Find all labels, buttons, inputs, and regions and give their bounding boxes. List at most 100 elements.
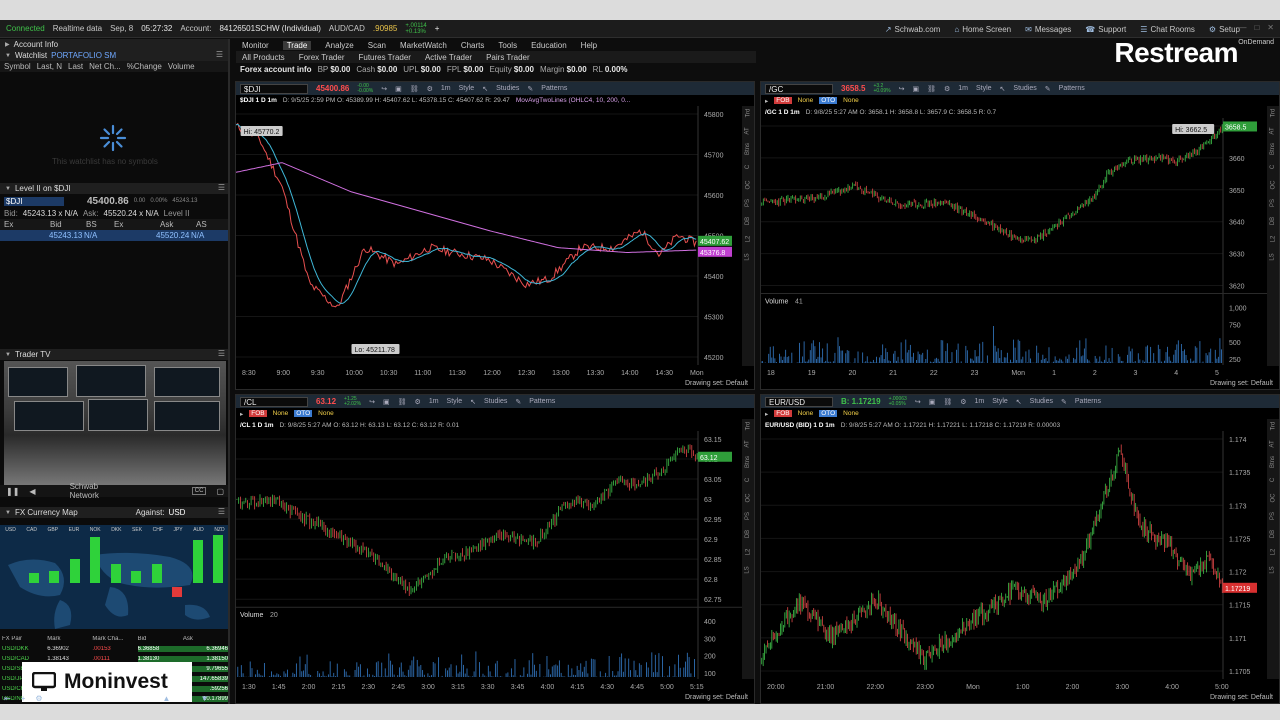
watchlist-column-header[interactable]: Last [68, 62, 83, 71]
side-tab-oc[interactable]: OC [745, 494, 751, 503]
fx-column-header[interactable]: Ask [183, 636, 228, 642]
side-tab-ls[interactable]: LS [745, 566, 751, 573]
symbol-input[interactable]: /GC [765, 83, 833, 94]
tab-education[interactable]: Education [531, 41, 567, 50]
side-tab-ls[interactable]: LS [1270, 253, 1276, 260]
side-tab-btns[interactable]: Btns [1270, 456, 1276, 468]
side-tab-ps[interactable]: PS [1270, 199, 1276, 207]
watchlist-column-header[interactable]: Volume [168, 62, 195, 71]
side-tab-btns[interactable]: Btns [745, 456, 751, 468]
top-link-support[interactable]: ☎ Support [1085, 25, 1126, 34]
interval-selector[interactable]: 1m [441, 85, 451, 92]
menu-icon[interactable]: ☰ [218, 349, 225, 358]
top-link-schwab-com[interactable]: ↗ Schwab.com [885, 25, 941, 34]
interval-selector[interactable]: 1m [974, 398, 984, 405]
save-icon[interactable]: ▣ [929, 398, 936, 406]
side-tab-at[interactable]: AT [745, 127, 751, 134]
share-icon[interactable]: ↪ [899, 85, 905, 93]
chart-gc[interactable]: /GC 3658.5 +3.2 +0.09% ↪ ▣ ⛓ ⚙ 1m Style ↖ Studies ✎ P… [760, 81, 1280, 390]
side-tab-db[interactable]: DB [745, 217, 751, 225]
tab-tools[interactable]: Tools [498, 41, 517, 50]
expand-icon[interactable]: ▸ [240, 410, 243, 418]
side-tab-ps[interactable]: PS [745, 512, 751, 520]
patterns-button[interactable]: Patterns [1059, 85, 1085, 92]
side-tab-c[interactable]: C [1270, 165, 1276, 169]
symbol-input[interactable]: EUR/USD [765, 396, 833, 407]
level2-column-header[interactable]: AS [196, 220, 216, 229]
tab-scan[interactable]: Scan [368, 41, 386, 50]
side-tab-trd[interactable]: Trd [1270, 422, 1276, 431]
subtab-all-products[interactable]: All Products [242, 53, 285, 62]
symbol-input[interactable]: /CL [240, 396, 308, 407]
share-icon[interactable]: ↪ [369, 398, 375, 406]
level2-header[interactable]: ▼ Level II on $DJI ☰ [0, 183, 228, 194]
price-plot[interactable]: 1.174 1.1735 1.173 1.1725 1.172 1.1715 1.171 1.… [761, 431, 1279, 691]
style-button[interactable]: Style [447, 398, 463, 405]
side-tab-l2[interactable]: L2 [1270, 236, 1276, 243]
tab-marketwatch[interactable]: MarketWatch [400, 41, 447, 50]
level2-symbol-input[interactable]: $DJI [4, 196, 64, 206]
style-button[interactable]: Style [976, 85, 992, 92]
tab-trade[interactable]: Trade [282, 40, 312, 50]
drawing-icon[interactable]: ✎ [1061, 398, 1067, 406]
side-tab-l2[interactable]: L2 [745, 549, 751, 556]
drawing-icon[interactable]: ✎ [527, 85, 533, 93]
fx-column-header[interactable]: FX Pair [2, 636, 47, 642]
account-selector[interactable]: 84126501SCHW (Individual) [219, 24, 320, 33]
drawing-set-selector[interactable]: Drawing set: Default [1210, 694, 1273, 701]
patterns-button[interactable]: Patterns [529, 398, 555, 405]
side-tab-ps[interactable]: PS [1270, 512, 1276, 520]
subtab-futures-trader[interactable]: Futures Trader [358, 53, 410, 62]
fx-column-header[interactable]: Mark [47, 636, 92, 642]
subtab-active-trader[interactable]: Active Trader [425, 53, 472, 62]
level2-column-header[interactable]: Ex [4, 220, 44, 229]
ondemand-button[interactable]: OnDemand [1238, 39, 1274, 46]
add-quote-button[interactable]: + [435, 24, 440, 33]
tab-analyze[interactable]: Analyze [325, 41, 353, 50]
watchlist-selector[interactable]: PORTAFOLIO SM [51, 51, 116, 60]
gear-icon[interactable]: ⚙ [960, 398, 966, 406]
watchlist-header[interactable]: ▼ Watchlist PORTAFOLIO SM ☰ [0, 50, 228, 61]
top-link-home-screen[interactable]: ⌂ Home Screen [954, 25, 1011, 34]
scroll-down-icon[interactable]: ▼ [200, 694, 208, 704]
tab-charts[interactable]: Charts [461, 41, 485, 50]
fx-base-selector[interactable]: USD [169, 508, 186, 517]
quote-pair[interactable]: AUD/CAD [329, 24, 365, 33]
watchlist-column-header[interactable]: %Change [127, 62, 162, 71]
chart-dji[interactable]: $DJI 45400.86 -0.00 -0.00% ↪ ▣ ⛓ ⚙ 1m Style ↖ Studi… [235, 81, 755, 390]
maximize-icon[interactable]: □ [1254, 23, 1259, 32]
fx-column-header[interactable]: Mark Cha... [92, 636, 137, 642]
gear-icon[interactable]: ⚙ [415, 398, 421, 406]
price-plot[interactable]: 63.1563.163.056362.9562.962.8562.862.756… [236, 431, 754, 691]
side-tab-l2[interactable]: L2 [1270, 549, 1276, 556]
side-tab-ls[interactable]: LS [745, 253, 751, 260]
level2-column-header[interactable]: BS [86, 220, 108, 229]
side-tab-c[interactable]: C [745, 478, 751, 482]
fob-badge[interactable]: FOB [249, 410, 267, 417]
link-icon[interactable]: ⛓ [943, 398, 952, 406]
tab-help[interactable]: Help [581, 41, 597, 50]
studies-button[interactable]: Studies [496, 85, 519, 92]
fob-badge[interactable]: FOB [774, 97, 792, 104]
menu-icon[interactable]: ☰ [216, 50, 223, 59]
volume-icon[interactable]: ◀ [29, 487, 35, 496]
drawing-icon[interactable]: ✎ [515, 398, 521, 406]
side-tab-ls[interactable]: LS [1270, 566, 1276, 573]
link-icon[interactable]: ⛓ [927, 85, 936, 93]
fob-badge[interactable]: FOB [774, 410, 792, 417]
side-tab-c[interactable]: C [1270, 478, 1276, 482]
watchlist-column-header[interactable]: Net Ch... [89, 62, 121, 71]
side-tab-db[interactable]: DB [745, 530, 751, 538]
share-icon[interactable]: ↪ [915, 398, 921, 406]
fx-column-header[interactable]: Bid [138, 636, 183, 642]
chart-cl[interactable]: /CL 63.12 +1.25 +2.02% ↪ ▣ ⛓ ⚙ 1m Style ↖ Studies ✎ P… [235, 394, 755, 704]
menu-icon[interactable]: ☰ [218, 507, 225, 516]
side-tab-oc[interactable]: OC [745, 181, 751, 190]
level2-column-header[interactable]: Ask [160, 220, 190, 229]
subtab-pairs-trader[interactable]: Pairs Trader [486, 53, 530, 62]
side-tab-oc[interactable]: OC [1270, 181, 1276, 190]
side-tab-db[interactable]: DB [1270, 530, 1276, 538]
side-tab-oc[interactable]: OC [1270, 494, 1276, 503]
side-tab-c[interactable]: C [745, 165, 751, 169]
drawing-set-selector[interactable]: Drawing set: Default [1210, 380, 1273, 387]
